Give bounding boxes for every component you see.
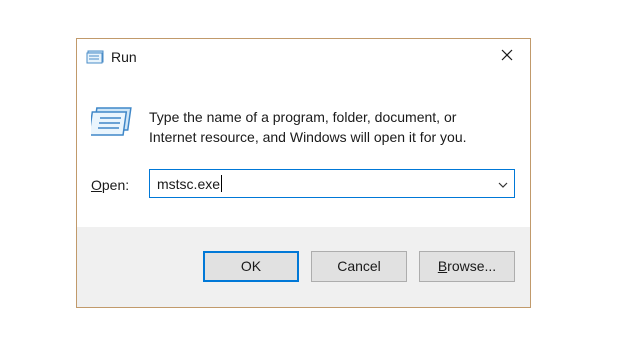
- window-title: Run: [111, 49, 137, 65]
- close-button[interactable]: [484, 39, 530, 75]
- chevron-down-icon: [498, 175, 508, 193]
- open-input-value: mstsc.exe: [157, 176, 221, 192]
- run-dialog: Run Type the name of a program, folder, …: [76, 38, 531, 308]
- button-bar: OK Cancel Browse...: [77, 227, 530, 307]
- description-line-2: Internet resource, and Windows will open…: [149, 129, 467, 145]
- open-label-mnemonic: O: [91, 177, 102, 193]
- open-label: Open:: [91, 176, 129, 194]
- run-icon: [86, 50, 104, 64]
- close-icon: [501, 48, 513, 66]
- open-dropdown-button[interactable]: [492, 170, 514, 197]
- ok-button[interactable]: OK: [203, 251, 299, 282]
- browse-mnemonic: B: [437, 258, 448, 274]
- run-description: Type the name of a program, folder, docu…: [149, 107, 509, 147]
- browse-button[interactable]: Browse...: [419, 251, 515, 282]
- browse-label-rest: rowse...: [447, 258, 497, 274]
- title-bar[interactable]: Run: [77, 39, 530, 75]
- open-combobox[interactable]: mstsc.exe: [149, 169, 515, 198]
- open-input[interactable]: mstsc.exe: [157, 175, 223, 193]
- cancel-button[interactable]: Cancel: [311, 251, 407, 282]
- description-line-1: Type the name of a program, folder, docu…: [149, 109, 457, 125]
- open-label-rest: pen:: [101, 177, 130, 193]
- run-icon: [88, 107, 133, 137]
- text-caret: [221, 175, 223, 192]
